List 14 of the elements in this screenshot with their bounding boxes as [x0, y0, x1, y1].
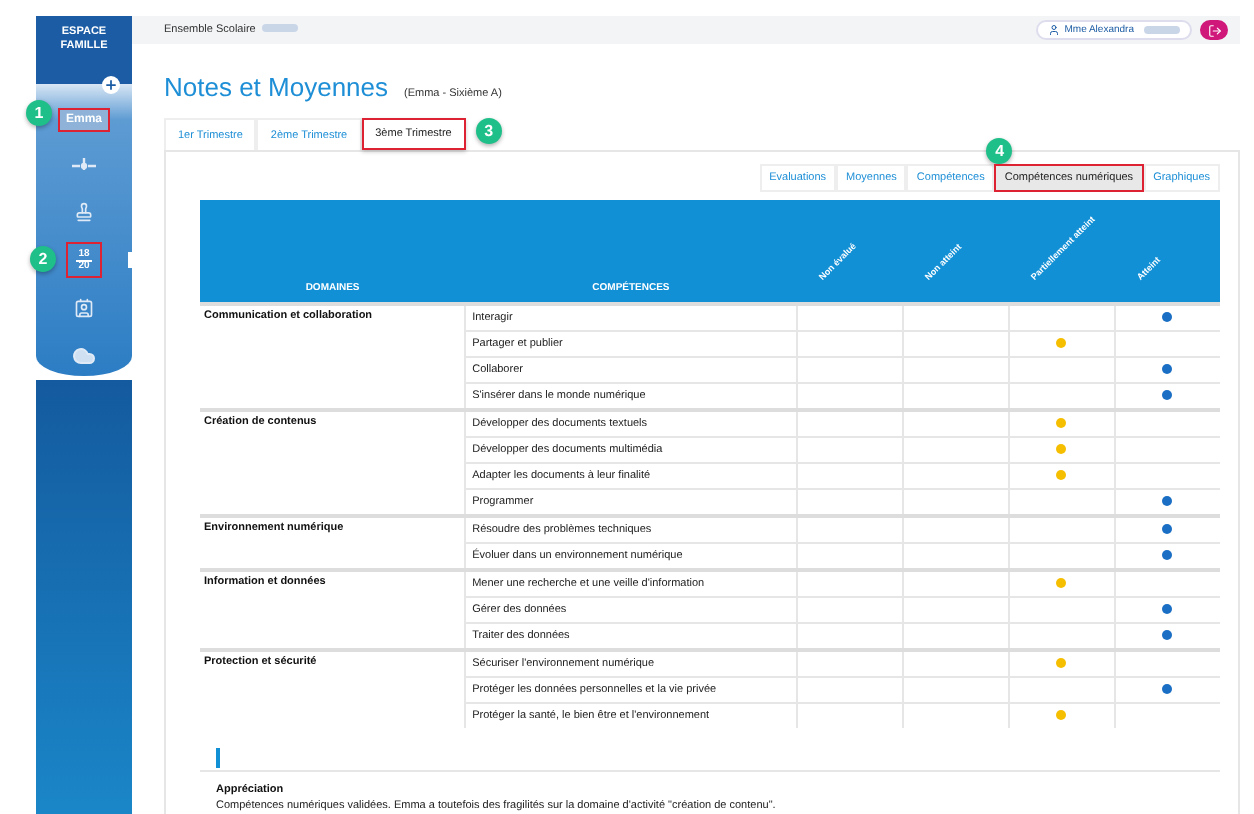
step-badge: 4 [986, 138, 1013, 164]
contact-card-icon [74, 298, 94, 318]
accent-bar [216, 748, 220, 768]
step-badge: 2 [30, 246, 56, 272]
cloud-icon [72, 344, 96, 368]
connector-icon [72, 156, 96, 172]
logout-icon [1207, 23, 1221, 37]
add-button[interactable] [102, 76, 120, 94]
logout-button[interactable] [1200, 20, 1228, 40]
step-badge: 3 [475, 118, 502, 144]
page-title: Notes et Moyennes [164, 72, 389, 102]
stamp-icon [74, 202, 94, 222]
step-badge: 1 [25, 100, 52, 126]
user-icon [1048, 24, 1061, 36]
